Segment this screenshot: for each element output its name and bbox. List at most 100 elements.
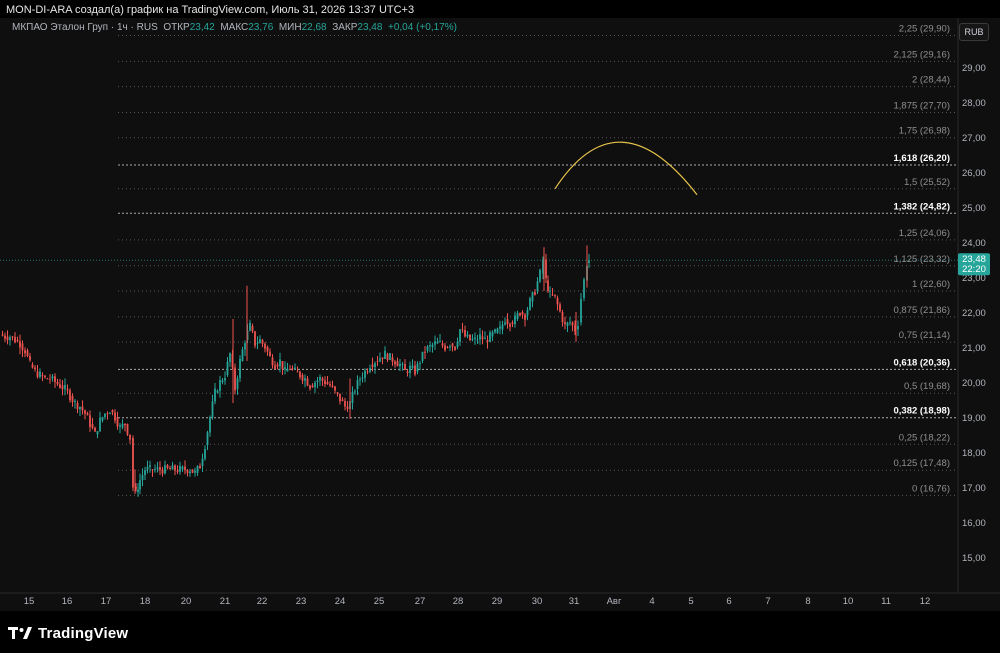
candle-body [469, 334, 471, 341]
candle-body [556, 298, 559, 305]
candle-body [209, 417, 211, 433]
candle-body [374, 363, 376, 368]
candle-body [191, 469, 194, 473]
y-tick-label: 20,00 [962, 378, 986, 389]
candle-body [456, 341, 459, 347]
candle-body [381, 357, 384, 359]
y-tick-label: 28,00 [962, 98, 986, 109]
candle-body [186, 470, 189, 474]
x-tick-label: 7 [765, 596, 770, 607]
candle-body [169, 467, 171, 470]
candle-body [196, 465, 199, 473]
candle-body [279, 359, 281, 367]
candle-body [221, 380, 224, 382]
candle-body [474, 337, 476, 339]
candle-body [571, 322, 574, 326]
arc-drawing [554, 141, 698, 196]
candle-body [441, 343, 444, 346]
candle-body [489, 332, 491, 342]
candle-body [119, 425, 121, 427]
candle-body [539, 269, 541, 282]
candle-body [109, 413, 111, 415]
candle-body [146, 466, 149, 470]
candle-body [54, 376, 56, 383]
candle-body [199, 465, 201, 469]
chart-window: 2,25 (29,90) 2,125 (29,16) 2 (28,44) 1,875 … [0, 0, 1000, 653]
currency-button[interactable]: RUB [959, 23, 989, 41]
candle-body [124, 423, 126, 426]
candle-body [371, 364, 374, 368]
x-tick-label: 23 [296, 596, 307, 607]
candle-body [356, 380, 359, 389]
candle-body [179, 465, 181, 472]
candle-body [519, 313, 521, 316]
x-tick-label: 31 [569, 596, 580, 607]
candle-body [464, 330, 466, 337]
candle-body [551, 294, 554, 296]
candle-body [189, 471, 191, 474]
candle-body [184, 466, 186, 471]
candle-body [506, 319, 509, 324]
candle-body [176, 470, 179, 472]
candle-body [9, 337, 11, 341]
candle-body [49, 378, 51, 380]
fib-level-label: 2,125 (29,16) [893, 49, 950, 60]
candle-body [26, 350, 29, 356]
candle-body [421, 351, 424, 361]
candle-body [41, 375, 44, 376]
candle-body [214, 388, 216, 402]
y-tick-label: 18,00 [962, 448, 986, 459]
candle-body [59, 384, 61, 388]
candle-body [1, 334, 4, 336]
candle-body [334, 386, 336, 391]
candle-body [271, 357, 274, 366]
candle-body [311, 385, 314, 388]
fib-level-label: 0,875 (21,86) [893, 305, 950, 316]
candle-body [399, 363, 401, 367]
x-tick-label: Авг [607, 596, 622, 607]
candle-body [56, 382, 59, 385]
candle-body [580, 298, 582, 323]
candle-body [446, 347, 449, 348]
candle-body [256, 343, 259, 344]
y-tick-label: 16,00 [962, 518, 986, 529]
legend-symbol: МКПАО Эталон Груп · 1ч · RUS [12, 22, 158, 33]
candle-body [266, 347, 269, 352]
candle-body [569, 322, 571, 324]
chart-svg[interactable]: 2,25 (29,90) 2,125 (29,16) 2 (28,44) 1,875 … [0, 0, 1000, 653]
legend-open-value: 23,42 [189, 22, 215, 33]
current-price-label: 23,4822:20 [958, 253, 990, 276]
candle-body [79, 407, 81, 410]
candle-body [366, 371, 369, 373]
candle-body [319, 376, 321, 381]
fib-level-label: 1,125 (23,32) [893, 254, 950, 265]
candle-body [224, 377, 226, 381]
candle-body [66, 389, 69, 391]
candle-body [216, 390, 219, 393]
x-tick-label: 11 [881, 596, 891, 607]
candle-body [549, 290, 551, 292]
candle-body [11, 336, 14, 338]
y-tick-label: 26,00 [962, 168, 986, 179]
candle-body [116, 417, 119, 427]
fib-level-label: 1,5 (25,52) [904, 177, 950, 188]
candle-body [291, 368, 294, 369]
candle-body [96, 431, 99, 435]
candle-body [91, 424, 94, 428]
fib-level-label: 1,875 (27,70) [893, 101, 950, 112]
chart-header: MON-DI-ARA создал(а) график на TradingVi… [6, 4, 415, 16]
candle-body [379, 358, 381, 362]
candle-body [151, 469, 154, 471]
candle-body [149, 465, 151, 467]
fib-level-label: 1,25 (24,06) [899, 228, 950, 239]
candle-body [71, 396, 74, 402]
candle-body [194, 470, 196, 473]
candle-body [401, 364, 404, 365]
candle-body [159, 467, 161, 470]
candle-body [536, 281, 539, 291]
candle-body [219, 380, 221, 391]
candle-body [21, 343, 24, 351]
candle-body [226, 361, 229, 375]
candle-body [296, 371, 299, 373]
fib-level-label: 0,125 (17,48) [893, 458, 950, 469]
